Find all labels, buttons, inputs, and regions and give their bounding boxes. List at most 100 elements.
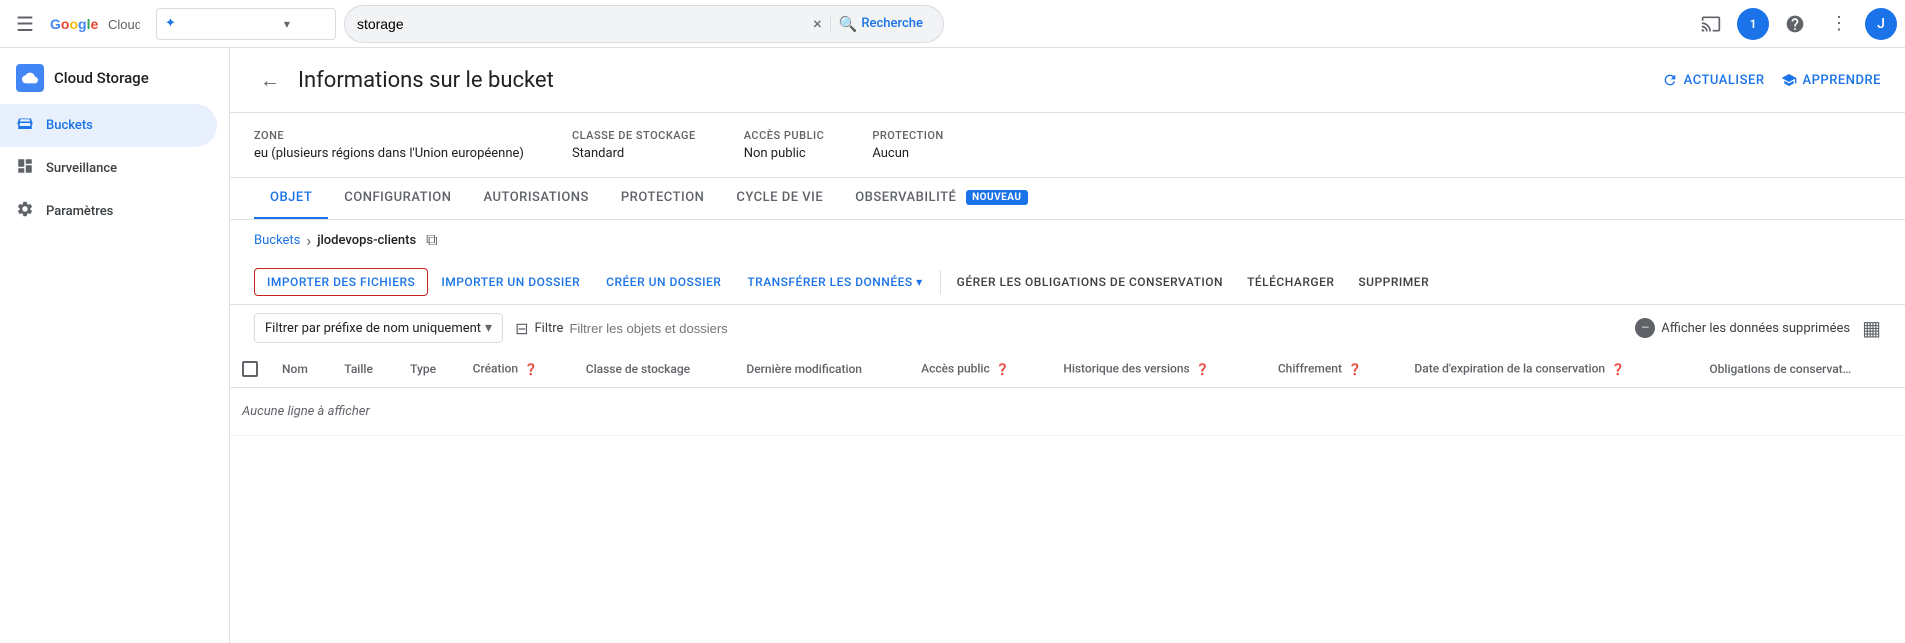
breadcrumb-current: jlodevops-clients xyxy=(317,233,416,248)
info-protection: Protection Aucun xyxy=(872,129,943,161)
transfer-data-button[interactable]: TRANSFÉRER LES DONNÉES ▾ xyxy=(734,268,935,296)
col-header-derniere-modification: Dernière modification xyxy=(734,351,909,388)
info-public-access: Accès public Non public xyxy=(744,129,825,161)
search-bar: × 🔍 Recherche xyxy=(344,5,944,43)
svg-text:Cloud: Cloud xyxy=(108,17,140,32)
public-access-label: Accès public xyxy=(744,129,825,142)
show-deleted-toggle[interactable]: — Afficher les données supprimées xyxy=(1635,318,1850,338)
filter-right: — Afficher les données supprimées ▦ xyxy=(1635,316,1881,340)
tab-protection[interactable]: PROTECTION xyxy=(605,178,720,219)
objects-table: Nom Taille Type Création ❓ Classe de sto… xyxy=(230,351,1905,436)
info-zone: Zone eu (plusieurs régions dans l'Union … xyxy=(254,129,524,161)
page-actions: ACTUALISER APPRENDRE xyxy=(1662,72,1881,88)
breadcrumb-separator: › xyxy=(306,231,311,250)
refresh-label: ACTUALISER xyxy=(1684,73,1765,88)
create-folder-button[interactable]: CRÉER UN DOSSIER xyxy=(593,268,734,296)
surveillance-icon xyxy=(16,157,34,180)
search-clear-icon[interactable]: × xyxy=(813,14,822,33)
bucket-info: Zone eu (plusieurs régions dans l'Union … xyxy=(230,113,1905,178)
back-button[interactable]: ← xyxy=(254,64,286,96)
topbar-right: 1 ⋮ J xyxy=(1693,6,1897,42)
search-icon: 🔍 xyxy=(839,15,858,33)
col-header-obligations: Obligations de conservat… xyxy=(1697,351,1905,388)
project-dropdown-arrow: ▾ xyxy=(284,17,290,31)
chiffrement-help-icon[interactable]: ❓ xyxy=(1347,361,1363,377)
import-files-button[interactable]: IMPORTER DES FICHIERS xyxy=(254,268,428,296)
filter-label: Filtre xyxy=(534,321,563,336)
menu-icon[interactable]: ☰ xyxy=(8,4,42,44)
sidebar-product-name: Cloud Storage xyxy=(54,69,149,87)
import-folder-button[interactable]: IMPORTER UN DOSSIER xyxy=(428,268,593,296)
tab-observabilite-badge: NOUVEAU xyxy=(966,190,1027,205)
page-header: ← Informations sur le bucket ACTUALISER … xyxy=(230,48,1905,113)
cast-button[interactable] xyxy=(1693,6,1729,42)
svg-text:Google: Google xyxy=(50,16,98,32)
project-icon: ✦ xyxy=(165,16,176,31)
copy-bucket-name-button[interactable]: ⧉ xyxy=(426,230,437,250)
manage-obligations-button[interactable]: GÉRER LES OBLIGATIONS DE CONSERVATION xyxy=(945,269,1235,295)
creation-help-icon[interactable]: ❓ xyxy=(523,361,539,377)
parametres-icon xyxy=(16,200,34,223)
zone-value: eu (plusieurs régions dans l'Union europ… xyxy=(254,146,524,161)
project-input[interactable] xyxy=(180,16,280,31)
col-header-date-expiration: Date d'expiration de la conservation ❓ xyxy=(1402,351,1697,388)
tab-cycle-de-vie[interactable]: CYCLE DE VIE xyxy=(720,178,839,219)
breadcrumb: Buckets › jlodevops-clients ⧉ xyxy=(230,220,1905,260)
learn-button[interactable]: APPRENDRE xyxy=(1781,72,1881,88)
show-deleted-label: Afficher les données supprimées xyxy=(1661,321,1850,336)
col-header-acces-public: Accès public ❓ xyxy=(909,351,1051,388)
google-logo-svg: Google Cloud xyxy=(50,15,140,33)
transfer-data-label: TRANSFÉRER LES DONNÉES xyxy=(747,275,912,289)
filter-input[interactable] xyxy=(569,321,769,336)
select-all-checkbox[interactable] xyxy=(242,361,258,377)
help-button[interactable] xyxy=(1777,6,1813,42)
refresh-button[interactable]: ACTUALISER xyxy=(1662,72,1765,88)
col-header-taille: Taille xyxy=(332,351,398,388)
filter-prefix-arrow: ▾ xyxy=(485,320,492,336)
tab-configuration[interactable]: CONFIGURATION xyxy=(328,178,467,219)
download-button[interactable]: TÉLÉCHARGER xyxy=(1235,269,1346,295)
tab-objet[interactable]: OBJET xyxy=(254,178,328,219)
search-input[interactable] xyxy=(357,16,805,32)
col-header-chiffrement: Chiffrement ❓ xyxy=(1266,351,1403,388)
filter-prefix-dropdown[interactable]: Filtrer par préfixe de nom uniquement ▾ xyxy=(254,313,503,343)
app-layout: Cloud Storage Buckets Surveillance Param… xyxy=(0,48,1905,643)
sidebar-item-surveillance-label: Surveillance xyxy=(46,161,117,176)
content-toolbar: IMPORTER DES FICHIERS IMPORTER UN DOSSIE… xyxy=(230,260,1905,305)
tab-observabilite[interactable]: OBSERVABILITÉ NOUVEAU xyxy=(839,178,1043,219)
info-storage-class: Classe de stockage Standard xyxy=(572,129,696,161)
search-btn-label: Recherche xyxy=(861,16,923,31)
breadcrumb-buckets-link[interactable]: Buckets xyxy=(254,233,300,248)
acces-public-help-icon[interactable]: ❓ xyxy=(995,361,1011,377)
tab-observabilite-label: OBSERVABILITÉ xyxy=(855,190,956,205)
sidebar-item-parametres[interactable]: Paramètres xyxy=(0,190,217,233)
toggle-deleted-icon: — xyxy=(1635,318,1655,338)
buckets-icon xyxy=(16,114,34,137)
filter-bar: Filtrer par préfixe de nom uniquement ▾ … xyxy=(230,305,1905,351)
filter-section: ⊟ Filtre xyxy=(515,319,769,338)
sidebar: Cloud Storage Buckets Surveillance Param… xyxy=(0,48,230,643)
user-avatar-button[interactable]: J xyxy=(1865,8,1897,40)
public-access-value: Non public xyxy=(744,146,825,161)
topbar: ☰ Google Cloud ✦ ▾ × 🔍 Recherche 1 ⋮ J xyxy=(0,0,1905,48)
col-header-historique-versions: Historique des versions ❓ xyxy=(1051,351,1266,388)
density-button[interactable]: ▦ xyxy=(1862,316,1881,340)
col-header-nom: Nom xyxy=(270,351,332,388)
col-header-classe-stockage: Classe de stockage xyxy=(574,351,735,388)
delete-button[interactable]: SUPPRIMER xyxy=(1346,269,1441,295)
sidebar-item-surveillance[interactable]: Surveillance xyxy=(0,147,217,190)
historique-versions-help-icon[interactable]: ❓ xyxy=(1195,361,1211,377)
table-container: Nom Taille Type Création ❓ Classe de sto… xyxy=(230,351,1905,643)
more-options-button[interactable]: ⋮ xyxy=(1821,6,1857,42)
storage-class-value: Standard xyxy=(572,146,696,161)
zone-label: Zone xyxy=(254,129,524,142)
sidebar-item-buckets[interactable]: Buckets xyxy=(0,104,217,147)
project-selector[interactable]: ✦ ▾ xyxy=(156,8,336,40)
tab-autorisations[interactable]: AUTORISATIONS xyxy=(467,178,604,219)
sidebar-item-parametres-label: Paramètres xyxy=(46,204,113,219)
notification-badge[interactable]: 1 xyxy=(1737,8,1769,40)
col-header-type: Type xyxy=(398,351,460,388)
filter-icon: ⊟ xyxy=(515,319,528,338)
search-button[interactable]: 🔍 Recherche xyxy=(830,15,931,33)
date-expiration-help-icon[interactable]: ❓ xyxy=(1610,361,1626,377)
